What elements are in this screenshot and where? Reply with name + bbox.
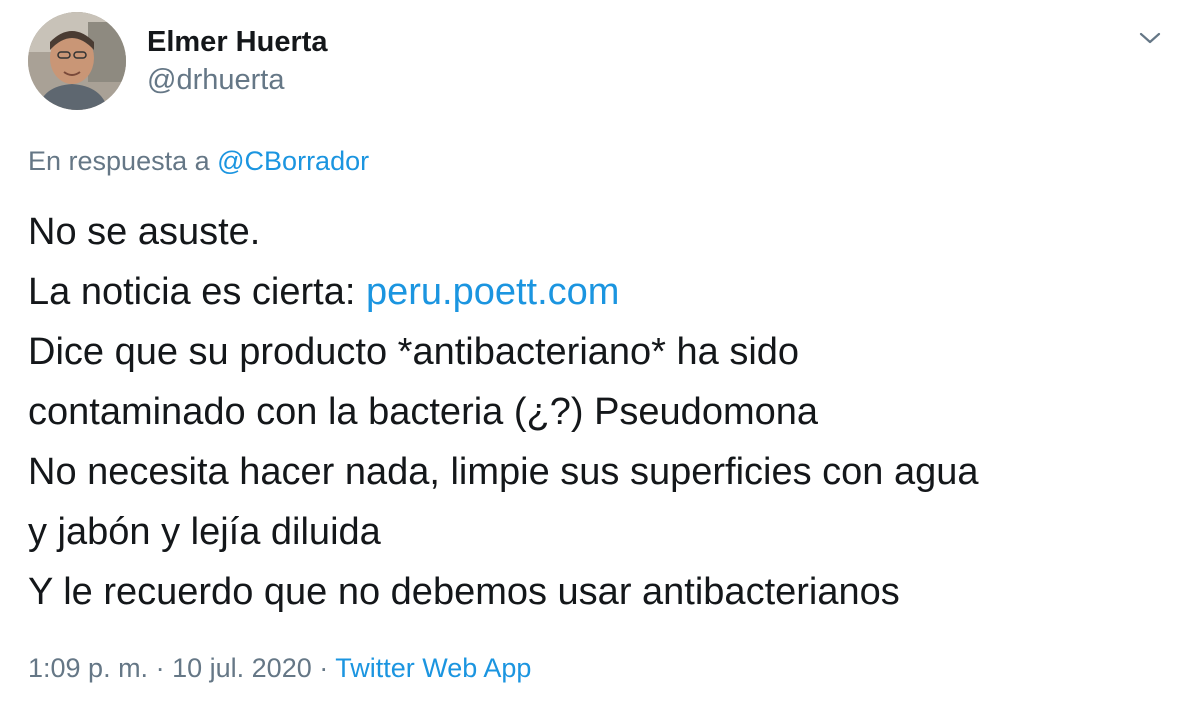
meta-separator: · <box>155 653 165 683</box>
author-name[interactable]: Elmer Huerta <box>147 24 328 60</box>
tweet-date[interactable]: 10 jul. 2020 <box>172 653 312 683</box>
reply-prefix: En respuesta a <box>28 146 210 176</box>
tweet-line: Dice que su producto *antibacteriano* ha… <box>28 331 800 373</box>
tweet-line: Y le recuerdo que no debemos usar antiba… <box>28 571 900 613</box>
reply-mention-link[interactable]: @CBorrador <box>217 146 369 176</box>
meta-separator: · <box>319 653 329 683</box>
tweet-source-link[interactable]: Twitter Web App <box>335 653 531 683</box>
author-handle[interactable]: @drhuerta <box>147 62 284 98</box>
reply-context: En respuesta a @CBorrador <box>28 144 369 178</box>
tweet-line-text: La noticia es cierta: <box>28 271 366 313</box>
tweet-metadata: 1:09 p. m. · 10 jul. 2020 · Twitter Web … <box>28 650 531 686</box>
tweet-card: Elmer Huerta @drhuerta En respuesta a @C… <box>0 0 1190 710</box>
tweet-line: y jabón y lejía diluida <box>28 511 381 553</box>
avatar[interactable] <box>28 12 126 110</box>
tweet-line: La noticia es cierta: peru.poett.com <box>28 262 1168 322</box>
tweet-line: contaminado con la bacteria (¿?) Pseudom… <box>28 391 819 433</box>
chevron-down-icon[interactable] <box>1138 28 1162 48</box>
tweet-line: No se asuste. <box>28 211 261 253</box>
tweet-time[interactable]: 1:09 p. m. <box>28 653 148 683</box>
tweet-text: No se asuste. La noticia es cierta: peru… <box>28 202 1168 622</box>
tweet-line: No necesita hacer nada, limpie sus super… <box>28 451 979 493</box>
tweet-url-link[interactable]: peru.poett.com <box>366 271 619 313</box>
